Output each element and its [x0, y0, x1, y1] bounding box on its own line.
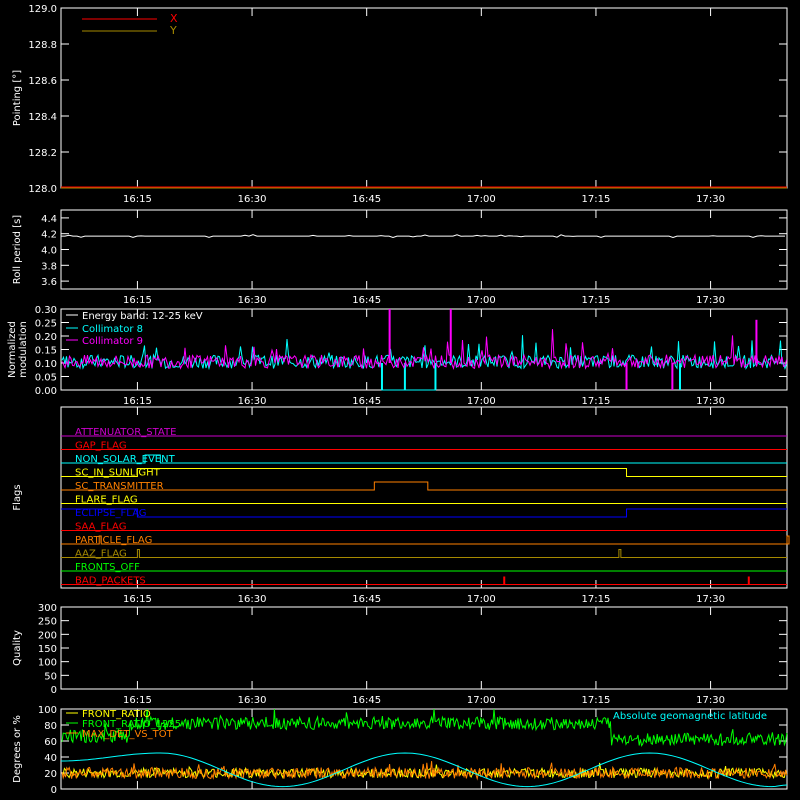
roll-frame — [60, 209, 788, 290]
flags-xtick-label: 16:30 — [238, 594, 267, 605]
ratio-annotation: Absolute geomagnetic latitude — [613, 711, 767, 722]
quality-ytick-label: 150 — [38, 644, 57, 655]
pointing-xtick-label: 17:30 — [696, 194, 725, 205]
quality-ytick-label: 300 — [38, 603, 57, 614]
quality-ytick-label: 200 — [38, 630, 57, 641]
quality-xtick-label: 17:30 — [696, 695, 725, 706]
modulation-legend-label: Collimator 9 — [82, 336, 143, 347]
roll-xtick-label: 17:00 — [467, 295, 496, 306]
quality-xtick-label: 16:15 — [123, 695, 152, 706]
roll-xtick-label: 16:15 — [123, 295, 152, 306]
pointing-ytick-label: 128.8 — [28, 40, 57, 51]
ratio-legend-label: MAX_DET_VS_TOT — [82, 729, 174, 740]
roll-xtick-label: 17:30 — [696, 295, 725, 306]
modulation-xtick-label: 16:30 — [238, 396, 267, 407]
modulation-xtick-label: 17:00 — [467, 396, 496, 407]
ratio-ytick-label: 20 — [44, 769, 57, 780]
roll-ytick-label: 3.6 — [41, 277, 57, 288]
ratio-ytick-label: 80 — [44, 721, 57, 732]
flags-flag-line — [61, 535, 790, 545]
summary-plot: 16:15 16:30 16:45 17:00 17:15 17:30 128.0 128.2… — [0, 0, 800, 800]
modulation-ytick-label: 0.00 — [35, 386, 57, 397]
quality-xtick-label: 16:30 — [238, 695, 267, 706]
flags-flag-line — [61, 481, 787, 491]
flags-xtick-label: 16:45 — [352, 594, 381, 605]
pointing-xtick-label: 16:30 — [238, 194, 267, 205]
pointing-ytick-label: 128.2 — [28, 148, 57, 159]
quality-xtick-label: 16:45 — [352, 695, 381, 706]
modulation-ytick-label: 0.15 — [35, 346, 57, 357]
flags-flag-label: ECLIPSE_FLAG — [75, 508, 146, 519]
roll-ytick-label: 4.4 — [41, 214, 57, 225]
pointing-ylabel: Pointing [°] — [12, 70, 23, 126]
roll-xtick-label: 17:15 — [582, 295, 611, 306]
pointing-ytick-label: 129.0 — [28, 4, 57, 15]
modulation-legend-title: Energy band: 12-25 keV — [82, 311, 203, 322]
quality-frame — [60, 606, 788, 690]
quality-ylabel: Quality — [12, 630, 23, 666]
flags-flag-line — [61, 468, 787, 477]
modulation-ytick-label: 0.20 — [35, 332, 57, 343]
flags-flag-line — [61, 549, 787, 558]
modulation-ytick-label: 0.25 — [35, 319, 57, 330]
ratio-ytick-label: 0 — [51, 785, 57, 796]
quality-ytick-label: 250 — [38, 617, 57, 628]
flags-xtick-label: 17:00 — [467, 594, 496, 605]
modulation-ytick-label: 0.10 — [35, 359, 57, 370]
pointing-ytick-label: 128.6 — [28, 76, 57, 87]
quality-xtick-label: 17:00 — [467, 695, 496, 706]
flags-xtick-label: 17:30 — [696, 594, 725, 605]
ratio-ytick-label: 100 — [38, 705, 57, 716]
roll-xtick-label: 16:45 — [352, 295, 381, 306]
flags-flag-line — [61, 508, 787, 518]
modulation-ytick-label: 0.05 — [35, 373, 57, 384]
modulation-legend-label: Collimator 8 — [82, 324, 143, 335]
quality-ytick-label: 0 — [51, 685, 57, 696]
roll-ytick-label: 3.8 — [41, 261, 57, 272]
roll-ylabel: Roll period [s] — [12, 215, 23, 284]
pointing-xtick-label: 17:15 — [582, 194, 611, 205]
quality-xtick-label: 17:15 — [582, 695, 611, 706]
modulation-ytick-label: 0.30 — [35, 305, 57, 316]
quality-ytick-label: 50 — [44, 671, 57, 682]
pointing-xtick-label: 16:15 — [123, 194, 152, 205]
chart-canvas: 16:15 16:30 16:45 17:00 17:15 17:30 128.0 128.2… — [7, 4, 790, 796]
flags-xtick-label: 16:15 — [123, 594, 152, 605]
flags-xtick-label: 17:15 — [582, 594, 611, 605]
roll-ytick-label: 4.2 — [41, 230, 57, 241]
modulation-ylabel: Normalized — [7, 321, 18, 378]
roll-series-line — [61, 234, 785, 239]
pointing-xtick-label: 16:45 — [352, 194, 381, 205]
roll-ytick-label: 4.0 — [41, 246, 57, 257]
pointing-ytick-label: 128.4 — [28, 112, 57, 123]
ratio-ylabel: Degrees or % — [12, 715, 23, 783]
quality-ytick-label: 100 — [38, 658, 57, 669]
flags-ylabel: Flags — [12, 484, 23, 510]
pointing-xtick-label: 17:00 — [467, 194, 496, 205]
roll-xtick-label: 16:30 — [238, 295, 267, 306]
modulation-ylabel: modulation — [18, 321, 29, 378]
pointing-legend-label: Y — [169, 24, 177, 37]
pointing-ytick-label: 128.0 — [28, 184, 57, 195]
ratio-ytick-label: 40 — [44, 753, 57, 764]
modulation-xtick-label: 17:15 — [582, 396, 611, 407]
ratio-ytick-label: 60 — [44, 737, 57, 748]
modulation-xtick-label: 16:15 — [123, 396, 152, 407]
modulation-xtick-label: 16:45 — [352, 396, 381, 407]
modulation-xtick-label: 17:30 — [696, 396, 725, 407]
